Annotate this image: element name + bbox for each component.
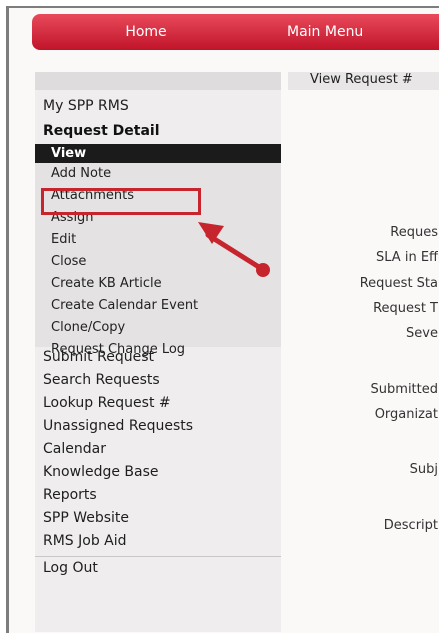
field-label-organization: Organizat (374, 407, 438, 422)
field-label-description: Descript (383, 518, 438, 533)
field-label-status: Request Sta (359, 276, 438, 291)
field-label-severity: Seve (406, 326, 438, 341)
field-label-request: Reques (390, 225, 438, 240)
field-label-subject: Subj (409, 462, 438, 477)
field-label-submitted: Submitted (370, 382, 438, 397)
field-label-sla: SLA in Eff (376, 250, 438, 265)
request-field-labels: Reques SLA in Eff Request Sta Request T … (288, 0, 438, 633)
field-label-type: Request T (373, 301, 438, 316)
